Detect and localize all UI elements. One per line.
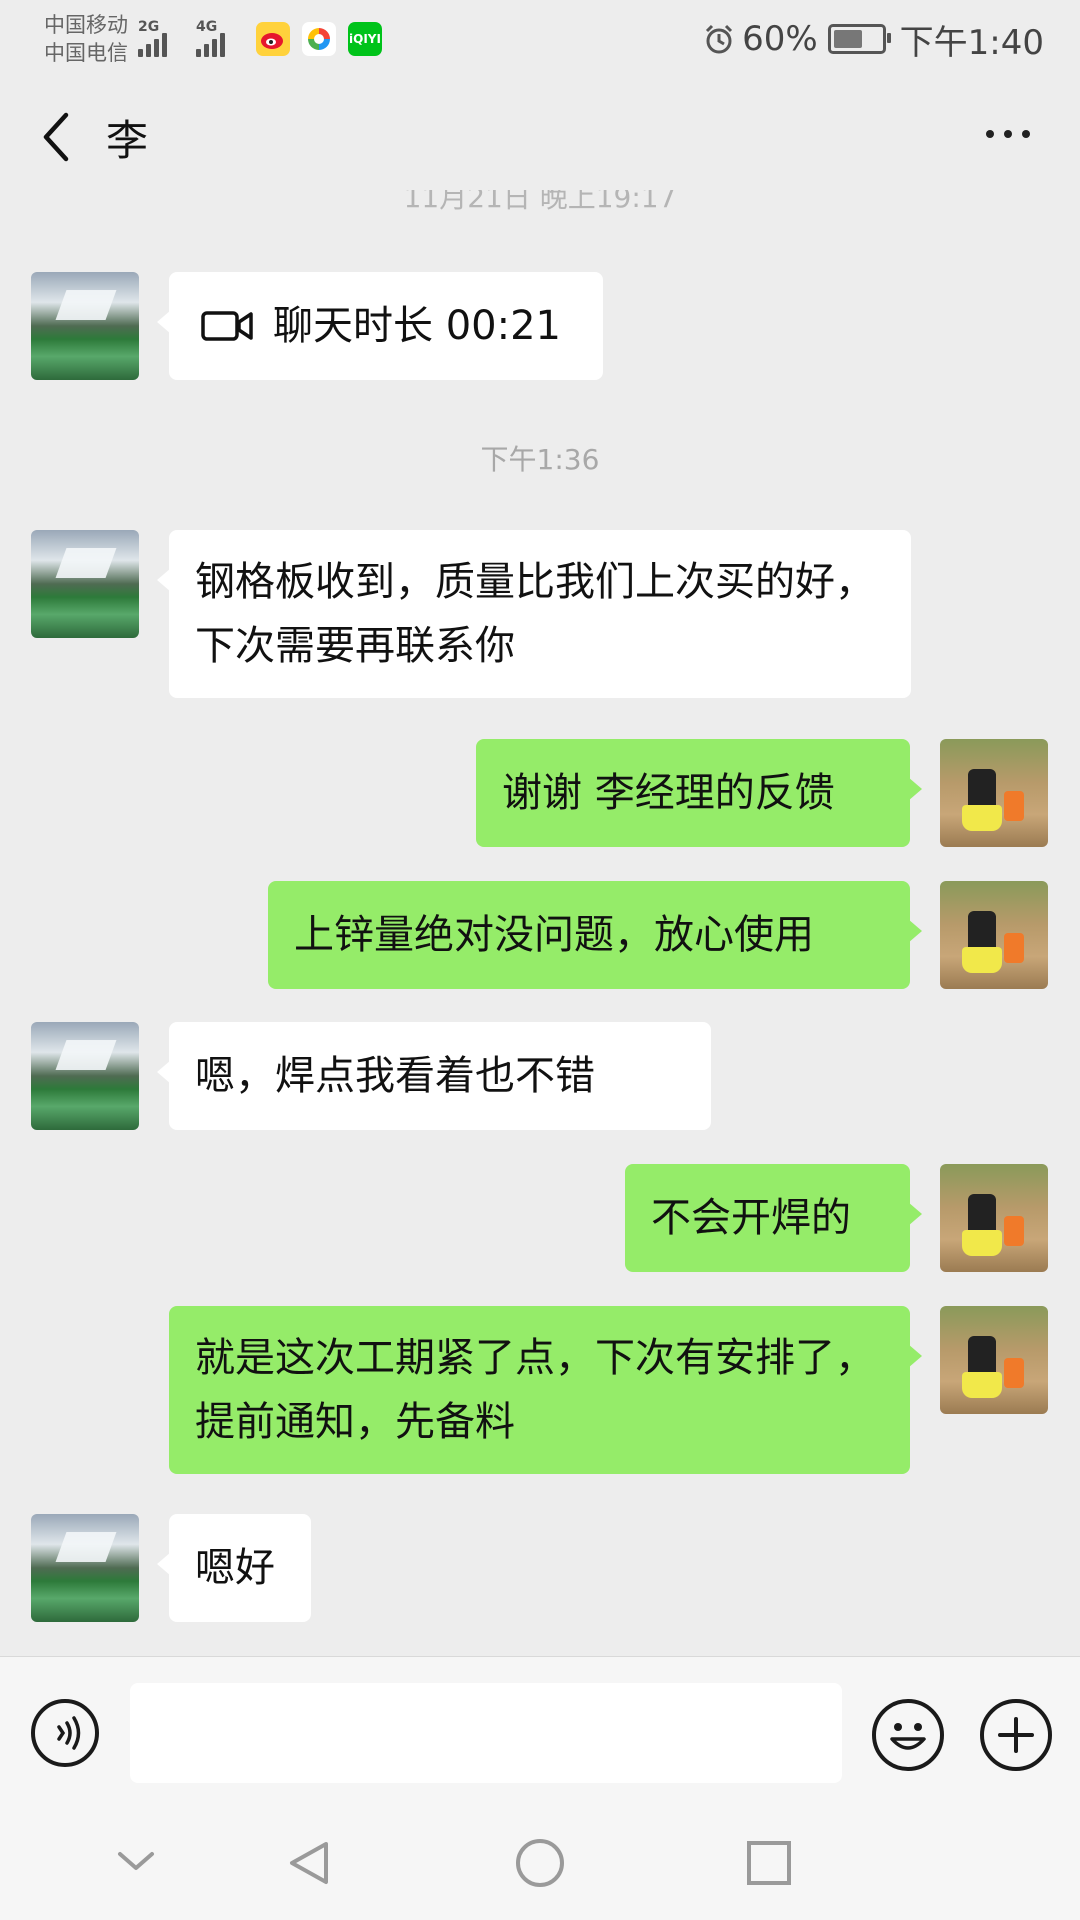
message-text: 嗯好 bbox=[195, 1545, 275, 1591]
message-bubble-received[interactable]: 嗯，焊点我看着也不错 bbox=[157, 1022, 711, 1130]
message-text: 嗯，焊点我看着也不错 bbox=[195, 1053, 595, 1099]
my-avatar[interactable] bbox=[940, 739, 1048, 847]
contact-avatar[interactable] bbox=[31, 530, 139, 638]
weibo-icon bbox=[256, 22, 290, 56]
message-bubble-sent[interactable]: 就是这次工期紧了点，下次有安排了，提前通知，先备料 bbox=[169, 1306, 922, 1474]
carrier-2: 中国电信 bbox=[44, 41, 128, 65]
message-bubble-sent[interactable]: 上锌量绝对没问题，放心使用 bbox=[268, 881, 922, 989]
emoji-icon[interactable] bbox=[872, 1699, 944, 1771]
signal-2g-icon: 2G bbox=[138, 19, 186, 57]
chat-header: 李 bbox=[0, 78, 1080, 196]
carrier-labels: 中国移动 中国电信 bbox=[44, 11, 128, 67]
chat-title: 李 bbox=[106, 115, 149, 165]
battery-percent: 60% bbox=[742, 19, 818, 59]
contact-avatar[interactable] bbox=[31, 272, 139, 380]
call-duration-label: 聊天时长 00:21 bbox=[273, 303, 561, 349]
voice-icon[interactable] bbox=[31, 1699, 99, 1767]
message-input[interactable] bbox=[130, 1683, 842, 1783]
my-avatar[interactable] bbox=[940, 1164, 1048, 1272]
video-call-icon bbox=[201, 311, 253, 341]
cut-off-timestamp: 11月21日 晚上19:17 bbox=[403, 190, 677, 214]
home-circle-icon[interactable] bbox=[514, 1837, 566, 1889]
back-arrow-icon[interactable] bbox=[36, 107, 76, 167]
alarm-icon bbox=[706, 24, 733, 54]
time-separator: 下午1:36 bbox=[480, 443, 600, 476]
hide-keyboard-icon[interactable] bbox=[116, 1842, 156, 1882]
signal-4g-icon: 4G bbox=[196, 19, 244, 57]
battery-icon bbox=[827, 24, 891, 54]
message-text: 钢格板收到，质量比我们上次买的好，下次需要再联系你 bbox=[195, 559, 875, 669]
video-call-record[interactable]: 聊天时长 00:21 bbox=[157, 272, 603, 380]
status-right: 60% 下午1:40 bbox=[702, 0, 1044, 78]
news-app-icon bbox=[302, 22, 336, 56]
message-bubble-sent[interactable]: 不会开焊的 bbox=[625, 1164, 922, 1272]
message-text: 上锌量绝对没问题，放心使用 bbox=[294, 912, 814, 958]
my-avatar[interactable] bbox=[940, 1306, 1048, 1414]
message-text: 谢谢 李经理的反馈 bbox=[502, 770, 835, 816]
message-bubble-sent[interactable]: 谢谢 李经理的反馈 bbox=[476, 739, 922, 847]
my-avatar[interactable] bbox=[940, 881, 1048, 989]
message-text: 不会开焊的 bbox=[651, 1195, 851, 1241]
more-options-icon[interactable] bbox=[986, 130, 1030, 138]
recents-square-icon[interactable] bbox=[745, 1839, 793, 1887]
contact-avatar[interactable] bbox=[31, 1514, 139, 1622]
status-bar: 中国移动 中国电信 2G 4G iQIYI 60% 下午1:40 bbox=[0, 0, 1080, 78]
iqiyi-icon: iQIYI bbox=[348, 22, 382, 56]
message-text: 就是这次工期紧了点，下次有安排了，提前通知，先备料 bbox=[195, 1335, 875, 1445]
carrier-1: 中国移动 bbox=[44, 13, 128, 37]
status-time: 下午1:40 bbox=[899, 22, 1044, 63]
back-triangle-icon[interactable] bbox=[284, 1838, 334, 1888]
input-bar bbox=[0, 1656, 1080, 1811]
add-icon[interactable] bbox=[980, 1699, 1052, 1771]
navigation-bar bbox=[0, 1810, 1080, 1920]
contact-avatar[interactable] bbox=[31, 1022, 139, 1130]
message-bubble-received[interactable]: 嗯好 bbox=[157, 1514, 311, 1622]
message-bubble-received[interactable]: 钢格板收到，质量比我们上次买的好，下次需要再联系你 bbox=[157, 530, 911, 698]
